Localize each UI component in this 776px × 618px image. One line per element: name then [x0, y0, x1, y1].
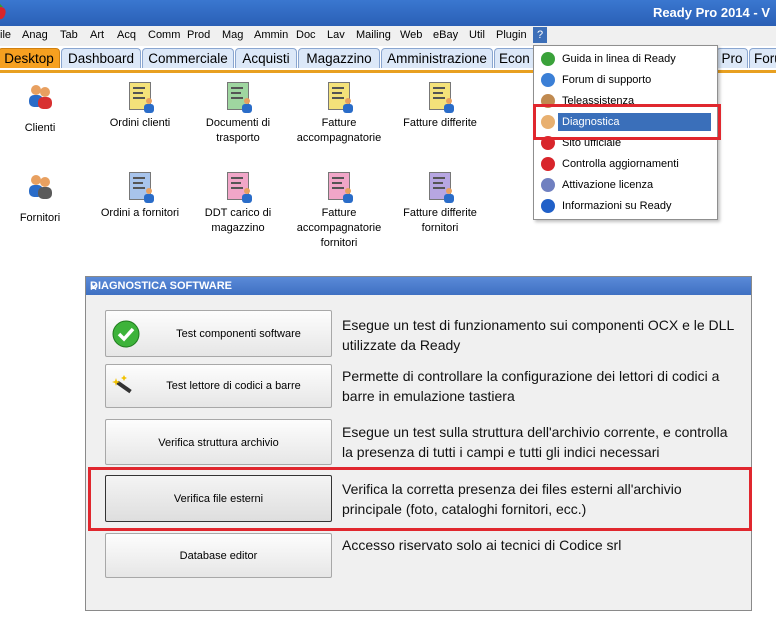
desktop-fornitori[interactable]: Fornitori	[10, 172, 70, 226]
forum-globe-icon	[541, 73, 555, 87]
menu-comm[interactable]: Comm	[148, 29, 180, 41]
tile-label: Fatture accompagnatorie fornitori	[296, 207, 382, 249]
help-green-icon	[541, 52, 555, 66]
tile-label: Ordini a fornitori	[100, 207, 180, 219]
menu-acq[interactable]: Acq	[117, 29, 136, 41]
tile-label: Fornitori	[19, 212, 61, 224]
menu-art[interactable]: Art	[90, 29, 104, 41]
green-check-icon	[112, 320, 140, 348]
strawberry-app-icon	[0, 4, 6, 20]
tab-pro[interactable]: Pro	[716, 48, 748, 68]
highlight-diagnostica	[533, 104, 721, 140]
database-editor-description: Accesso riservato solo ai tecnici di Cod…	[342, 537, 622, 553]
tab-magazzino[interactable]: Magazzino	[298, 48, 380, 68]
tile-label: Ordini clienti	[109, 117, 171, 129]
desktop-fatture-accompagnatorie[interactable]: Fatture accompagnatorie	[293, 82, 385, 146]
menu-help[interactable]: ?	[533, 27, 548, 43]
tab-forum[interactable]: Foru	[749, 48, 776, 68]
desktop-ordini-clienti[interactable]: Ordini clienti	[102, 82, 178, 131]
window-title: Ready Pro 2014 - V	[652, 5, 770, 20]
document-purple-icon	[425, 172, 455, 203]
desktop-fatture-differite[interactable]: Fatture differite	[395, 82, 485, 131]
tile-label: Fatture accompagnatorie	[296, 117, 382, 144]
menu-util[interactable]: Util	[469, 29, 485, 41]
test-lettore-button[interactable]: Test lettore di codici a barre	[105, 364, 332, 408]
menu-plugin[interactable]: Plugin	[496, 29, 527, 41]
menu-mailing[interactable]: Mailing	[356, 29, 391, 41]
menu-anag[interactable]: Anag	[22, 29, 48, 41]
menu-doc[interactable]: Doc	[296, 29, 316, 41]
tile-label: Clienti	[24, 122, 56, 134]
diagnostica-dialog: DIAGNOSTICA SOFTWARE × Test componenti s…	[85, 276, 752, 611]
tab-acquisti[interactable]: Acquisti	[235, 48, 297, 68]
tab-amministrazione[interactable]: Amministrazione	[381, 48, 493, 68]
menu-ammin[interactable]: Ammin	[254, 29, 288, 41]
desktop-fatture-differite-fornitori[interactable]: Fatture differite fornitori	[395, 172, 485, 236]
info-icon	[541, 199, 555, 213]
menu-web[interactable]: Web	[400, 29, 422, 41]
menu-mag[interactable]: Mag	[222, 29, 243, 41]
desktop-ordini-fornitori[interactable]: Ordini a fornitori	[96, 172, 184, 221]
menu-item-informazioni[interactable]: Informazioni su Ready	[534, 196, 715, 216]
verifica-struttura-button[interactable]: Verifica struttura archivio	[105, 419, 332, 465]
strawberry-update-icon	[541, 157, 555, 171]
desktop-documenti-trasporto[interactable]: Documenti di trasporto	[196, 82, 280, 146]
menu-file[interactable]: ile	[0, 29, 11, 41]
document-pink-icon	[324, 172, 354, 203]
desktop-ddt-carico[interactable]: DDT carico di magazzino	[196, 172, 280, 236]
document-pink-icon	[223, 172, 253, 203]
menu-ebay[interactable]: eBay	[433, 29, 458, 41]
license-people-icon	[541, 178, 555, 192]
tab-desktop[interactable]: Desktop	[0, 48, 60, 68]
menu-item-guida[interactable]: Guida in linea di Ready	[534, 49, 715, 69]
tab-dashboard[interactable]: Dashboard	[61, 48, 141, 68]
close-icon[interactable]: ×	[90, 280, 745, 294]
document-blue-icon	[125, 172, 155, 203]
test-componenti-button[interactable]: Test componenti software	[105, 310, 332, 357]
database-editor-button[interactable]: Database editor	[105, 533, 332, 578]
tile-label: Fatture differite	[403, 117, 477, 129]
dialog-title-bar: DIAGNOSTICA SOFTWARE ×	[86, 277, 751, 295]
people-icon	[29, 85, 52, 109]
verifica-struttura-description: Esegue un test sulla struttura dell'arch…	[342, 424, 728, 460]
menu-bar: ile Anag Tab Art Acq Comm Prod Mag Ammin…	[0, 26, 776, 47]
tile-label: Documenti di trasporto	[205, 117, 271, 144]
people-icon	[29, 175, 52, 199]
menu-prod[interactable]: Prod	[187, 29, 210, 41]
tile-label: Fatture differite fornitori	[403, 207, 477, 234]
menu-lav[interactable]: Lav	[327, 29, 345, 41]
document-yellow-icon	[425, 82, 455, 113]
magic-wand-icon	[112, 375, 132, 394]
tile-label: DDT carico di magazzino	[204, 207, 272, 234]
menu-item-licenza[interactable]: Attivazione licenza	[534, 175, 715, 195]
title-bar: Ready Pro 2014 - V	[0, 0, 776, 26]
desktop-clienti[interactable]: Clienti	[10, 82, 70, 136]
desktop-fatture-accompagnatorie-fornitori[interactable]: Fatture accompagnatorie fornitori	[293, 172, 385, 251]
document-yellow-icon	[125, 82, 155, 113]
test-lettore-description: Permette di controllare la configurazion…	[342, 368, 720, 404]
document-green-icon	[223, 82, 253, 113]
highlight-verifica-file-esterni	[88, 467, 752, 531]
menu-item-aggiornamenti[interactable]: Controlla aggiornamenti	[534, 154, 715, 174]
menu-tab[interactable]: Tab	[60, 29, 78, 41]
document-yellow-icon	[324, 82, 354, 113]
test-componenti-description: Esegue un test di funzionamento sui comp…	[342, 317, 734, 353]
tab-commerciale[interactable]: Commerciale	[142, 48, 234, 68]
menu-item-forum[interactable]: Forum di supporto	[534, 70, 715, 90]
